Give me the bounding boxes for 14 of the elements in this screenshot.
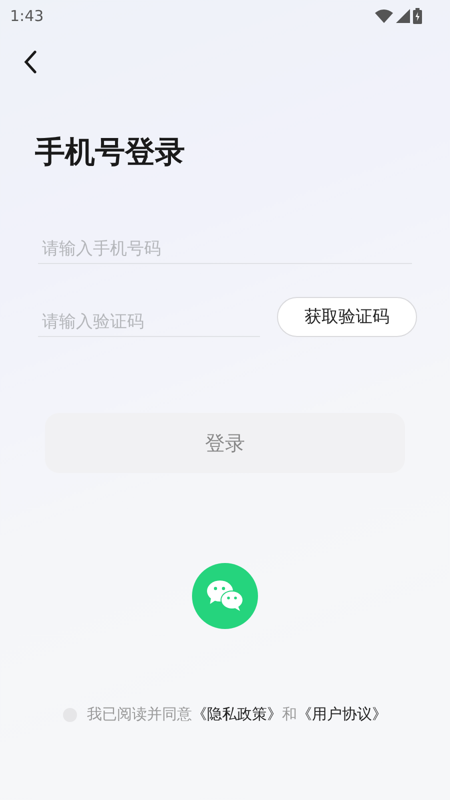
chat-bubbles-icon [205,579,245,613]
phone-field[interactable]: 请输入手机号码 [38,235,412,264]
status-time: 1:43 [10,7,44,25]
wifi-icon [375,9,393,23]
signal-icon [396,9,410,23]
agreement-text: 我已阅读并同意 [87,705,192,724]
user-agreement-link[interactable]: 《用户协议》 [297,705,387,724]
privacy-policy-link[interactable]: 《隐私政策》 [192,705,282,724]
battery-icon [413,8,422,24]
code-field[interactable]: 请输入验证码 [38,308,260,337]
back-chevron-icon [23,50,37,74]
page-title: 手机号登录 [35,134,185,172]
conjunction-text: 和 [282,705,297,724]
get-code-button[interactable]: 获取验证码 [277,296,417,336]
